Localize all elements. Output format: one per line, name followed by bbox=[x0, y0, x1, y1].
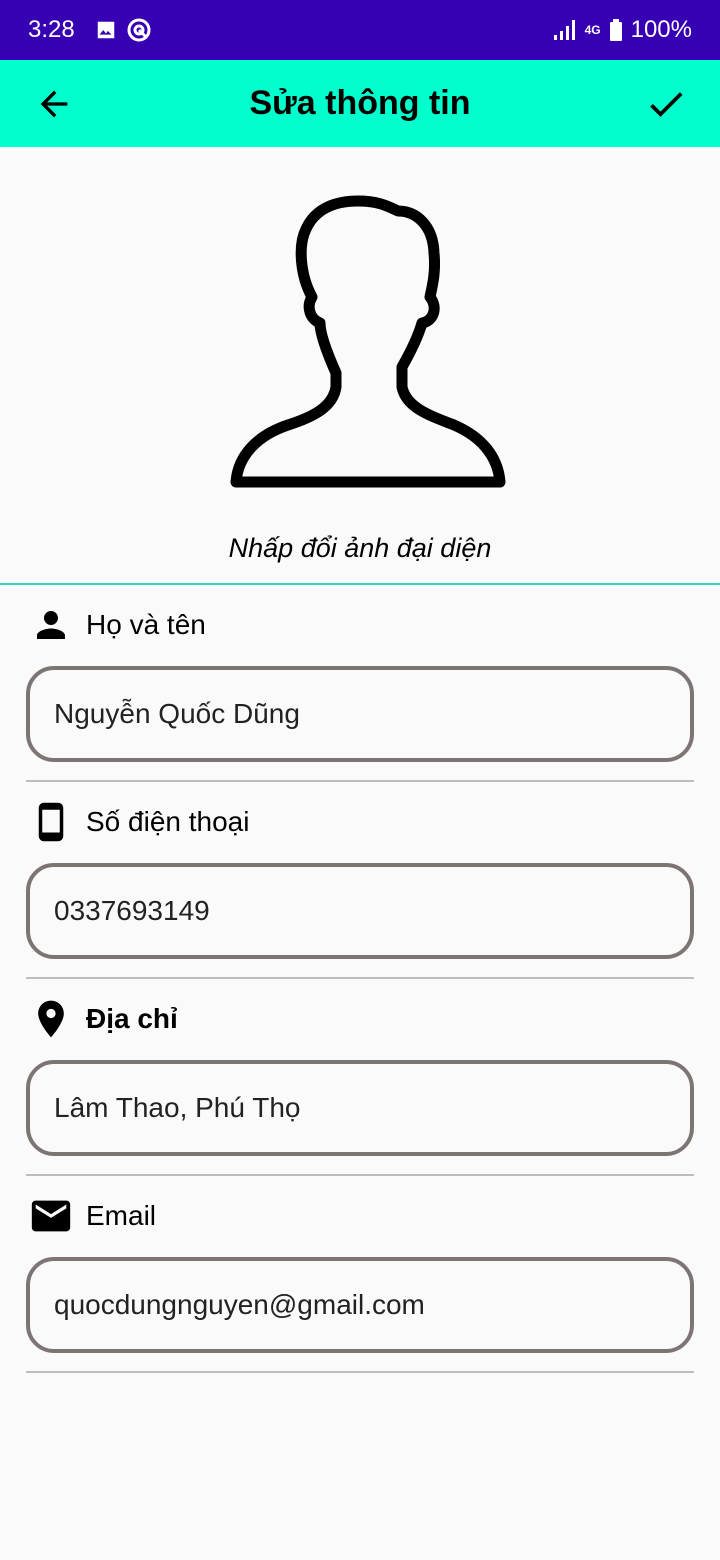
status-time: 3:28 bbox=[28, 16, 75, 43]
sync-notification-icon bbox=[127, 18, 151, 42]
full-name-input[interactable]: Nguyễn Quốc Dũng bbox=[26, 666, 694, 762]
person-icon bbox=[26, 600, 76, 650]
avatar-section: Nhấp đổi ảnh đại diện bbox=[0, 147, 720, 585]
divider bbox=[26, 1174, 694, 1176]
field-full-name: Họ và tên Nguyễn Quốc Dũng bbox=[26, 600, 694, 782]
field-label-row: Email bbox=[26, 1191, 694, 1241]
location-icon bbox=[26, 994, 76, 1044]
field-label-row: Họ và tên bbox=[26, 600, 694, 650]
avatar-caption[interactable]: Nhấp đổi ảnh đại diện bbox=[0, 533, 720, 564]
app-bar: Sửa thông tin bbox=[0, 60, 720, 147]
phone-input[interactable]: 0337693149 bbox=[26, 863, 694, 959]
signal-icon bbox=[553, 20, 575, 40]
status-notification-icons bbox=[95, 18, 151, 42]
back-button[interactable] bbox=[30, 80, 78, 128]
field-phone: Số điện thoại 0337693149 bbox=[26, 797, 694, 979]
network-type: 4G bbox=[584, 23, 601, 37]
battery-icon bbox=[609, 19, 622, 41]
save-button[interactable] bbox=[642, 80, 690, 128]
status-right: 4G 100% bbox=[553, 16, 692, 44]
status-left: 3:28 bbox=[28, 16, 151, 44]
image-notification-icon bbox=[97, 21, 114, 39]
battery-percent: 100% bbox=[630, 16, 692, 43]
field-address: Địa chỉ Lâm Thao, Phú Thọ bbox=[26, 994, 694, 1176]
arrow-back-icon bbox=[40, 90, 68, 117]
field-label-row: Địa chỉ bbox=[26, 994, 694, 1044]
divider bbox=[26, 780, 694, 782]
divider bbox=[26, 1371, 694, 1373]
field-label-row: Số điện thoại bbox=[26, 797, 694, 847]
field-label: Họ và tên bbox=[86, 609, 206, 640]
email-input[interactable]: quocdungnguyen@gmail.com bbox=[26, 1257, 694, 1353]
field-label: Email bbox=[86, 1200, 157, 1231]
address-input[interactable]: Lâm Thao, Phú Thọ bbox=[26, 1060, 694, 1156]
email-icon bbox=[26, 1191, 76, 1241]
field-email: Email quocdungnguyen@gmail.com bbox=[26, 1191, 694, 1373]
phone-icon bbox=[26, 797, 76, 847]
page-title: Sửa thông tin bbox=[249, 84, 471, 122]
divider bbox=[26, 977, 694, 979]
field-label: Số điện thoại bbox=[86, 806, 250, 837]
check-icon bbox=[650, 91, 683, 117]
status-bar: 3:28 4G 100% bbox=[0, 0, 720, 60]
field-label: Địa chỉ bbox=[86, 1003, 178, 1034]
avatar-picker[interactable] bbox=[228, 195, 506, 489]
person-silhouette-icon bbox=[230, 195, 506, 488]
